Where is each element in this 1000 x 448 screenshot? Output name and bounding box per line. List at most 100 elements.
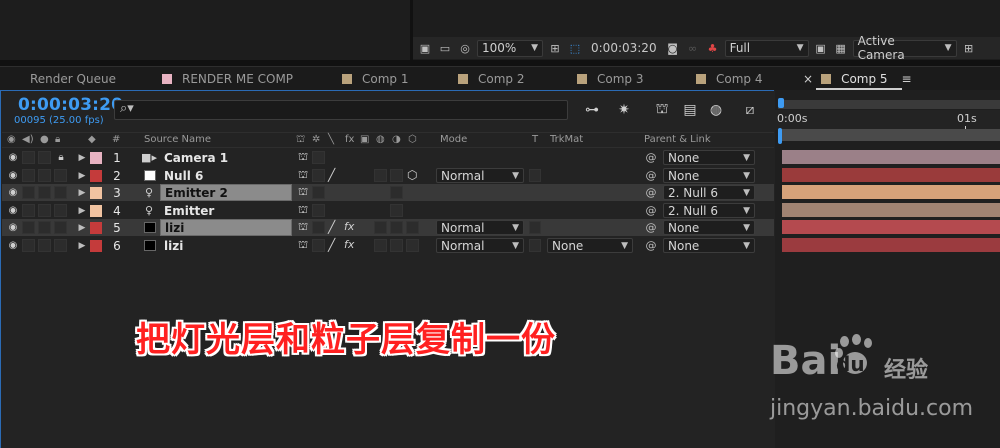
snapshot-toggle-icon[interactable]: ▣: [417, 41, 433, 55]
parent-select[interactable]: None ▼: [663, 220, 755, 235]
layer-row[interactable]: ◉ ▶ 2 Null 6 ⛫ ╱ ⬡ Normal ▼ @ None ▼: [2, 167, 774, 184]
lock-switch-box[interactable]: [54, 239, 67, 252]
layer-name[interactable]: lizi: [160, 219, 292, 236]
layer-duration-bar[interactable]: [782, 185, 1000, 199]
shy-switch-icon[interactable]: ⛫: [296, 184, 310, 201]
time-ruler[interactable]: 0:00s 01s: [775, 110, 1000, 130]
layer-name[interactable]: Camera 1: [160, 149, 292, 166]
solo-switch[interactable]: [38, 221, 51, 234]
close-icon[interactable]: ×: [803, 72, 813, 86]
shy-switch-icon[interactable]: ⛫: [296, 149, 310, 166]
tab-render-me-comp[interactable]: RENDER ME COMP: [162, 67, 293, 91]
lock-header-icon[interactable]: 🔒︎: [55, 134, 60, 145]
effects-switch[interactable]: fx: [344, 238, 354, 251]
adjustment-switch[interactable]: [390, 186, 403, 199]
twirl-arrow-icon[interactable]: ▶: [76, 202, 88, 219]
blend-mode-select[interactable]: Normal ▼: [436, 168, 524, 183]
parent-select[interactable]: None ▼: [663, 238, 755, 253]
solo-header-icon[interactable]: ●: [40, 134, 49, 145]
effects-switch[interactable]: fx: [344, 220, 354, 233]
panel-menu-icon[interactable]: ≡: [902, 72, 912, 86]
tab-comp-2[interactable]: Comp 2: [458, 67, 524, 91]
parent-select[interactable]: None ▼: [663, 168, 755, 183]
motion-blur-switch[interactable]: [374, 169, 387, 182]
resolution-select[interactable]: Full ▼: [724, 39, 809, 57]
layer-search-input[interactable]: [114, 100, 568, 120]
shy-layers-icon[interactable]: ⛫: [652, 100, 672, 120]
label-color-swatch[interactable]: [90, 240, 102, 252]
motion-blur-switch[interactable]: [374, 221, 387, 234]
label-color-swatch[interactable]: [90, 170, 102, 182]
audio-switch[interactable]: [22, 239, 35, 252]
solo-switch[interactable]: [38, 186, 51, 199]
video-eye-icon[interactable]: ◉: [6, 202, 20, 219]
preserve-transparency-switch[interactable]: [529, 169, 541, 182]
monitor-icon[interactable]: ▭: [437, 41, 453, 55]
shy-switch-icon[interactable]: ⛫: [296, 237, 310, 254]
composition-flowchart-icon[interactable]: ⊶: [582, 100, 602, 120]
layer-row[interactable]: ◉ ▶ 5 lizi ⛫ ╱ fx Normal ▼ @ None ▼: [2, 219, 774, 236]
twirl-arrow-icon[interactable]: ▶: [76, 184, 88, 201]
audio-switch[interactable]: [22, 186, 35, 199]
show-snapshot-icon[interactable]: ∞: [685, 41, 701, 55]
motion-blur-icon[interactable]: ◍: [706, 100, 726, 120]
current-time-display[interactable]: 0:00:03:20: [18, 95, 123, 115]
layer-row[interactable]: ◉ ▶ 4 ♀ Emitter ⛫ @2. Null 6 ▼: [2, 202, 774, 219]
adjustment-switch[interactable]: [390, 169, 403, 182]
camera-select[interactable]: Active Camera ▼: [852, 34, 957, 62]
lock-switch-box[interactable]: [54, 204, 67, 217]
adjustment-switch[interactable]: [390, 239, 403, 252]
twirl-arrow-icon[interactable]: ▶: [76, 149, 88, 166]
label-color-swatch[interactable]: [90, 187, 102, 199]
quality-switch-icon[interactable]: ╱: [328, 168, 335, 182]
current-time-indicator[interactable]: [778, 128, 782, 144]
pick-whip-icon[interactable]: @: [644, 219, 658, 236]
tab-comp-4[interactable]: Comp 4: [696, 67, 762, 91]
transparency-grid-icon[interactable]: ▦: [833, 41, 849, 55]
parent-select[interactable]: 2. Null 6 ▼: [663, 203, 755, 218]
motion-blur-switch[interactable]: [374, 239, 387, 252]
solo-switch[interactable]: [38, 151, 51, 164]
blend-mode-select[interactable]: Normal ▼: [436, 238, 524, 253]
preserve-transparency-switch[interactable]: [529, 221, 541, 234]
grid-icon[interactable]: ⊞: [547, 41, 563, 55]
tab-comp-3[interactable]: Comp 3: [577, 67, 643, 91]
layer-row[interactable]: ◉ 🔒︎ ▶ 1 ■▸ Camera 1 ⛫ @ None ▼: [2, 149, 774, 166]
3d-layer-switch[interactable]: [406, 221, 419, 234]
time-navigator-bar[interactable]: [778, 100, 1000, 109]
3d-layer-switch[interactable]: [406, 239, 419, 252]
adjustment-switch[interactable]: [390, 221, 403, 234]
work-area-bar[interactable]: [778, 129, 1000, 141]
pick-whip-icon[interactable]: @: [644, 167, 658, 184]
video-eye-icon[interactable]: ◉: [6, 237, 20, 254]
layer-duration-bar[interactable]: [782, 150, 1000, 164]
lock-switch-box[interactable]: [54, 221, 67, 234]
layer-name[interactable]: lizi: [160, 237, 292, 254]
camera-snapshot-icon[interactable]: ◙: [665, 41, 681, 55]
video-eye-icon[interactable]: ◉: [6, 184, 20, 201]
label-color-swatch[interactable]: [90, 152, 102, 164]
audio-header-icon[interactable]: ◀): [22, 134, 34, 145]
pick-whip-icon[interactable]: @: [644, 237, 658, 254]
viewer-timecode[interactable]: 0:00:03:20: [587, 41, 661, 55]
source-name-header[interactable]: Source Name: [144, 134, 211, 145]
label-color-swatch[interactable]: [90, 222, 102, 234]
fast-preview-icon[interactable]: ▣: [813, 41, 829, 55]
parent-select[interactable]: 2. Null 6 ▼: [663, 185, 755, 200]
shy-switch-icon[interactable]: ⛫: [296, 219, 310, 236]
tab-render-queue[interactable]: Render Queue: [30, 67, 116, 91]
quality-switch-icon[interactable]: ╱: [328, 220, 335, 234]
lock-icon[interactable]: 🔒︎: [54, 149, 68, 166]
tab-comp-1[interactable]: Comp 1: [342, 67, 408, 91]
label-header-icon[interactable]: ◆: [88, 134, 96, 145]
layer-duration-bar[interactable]: [782, 203, 1000, 217]
collapse-switch[interactable]: [312, 169, 325, 182]
pick-whip-icon[interactable]: @: [644, 184, 658, 201]
audio-switch[interactable]: [22, 151, 35, 164]
zoom-select[interactable]: 100% ▼: [477, 39, 543, 57]
mask-icon[interactable]: ◎: [457, 41, 473, 55]
quality-switch-icon[interactable]: ╱: [328, 238, 335, 252]
shy-switch-icon[interactable]: ⛫: [296, 202, 310, 219]
view-layout-icon[interactable]: ⊞: [961, 41, 977, 55]
parent-select[interactable]: None ▼: [663, 150, 755, 165]
